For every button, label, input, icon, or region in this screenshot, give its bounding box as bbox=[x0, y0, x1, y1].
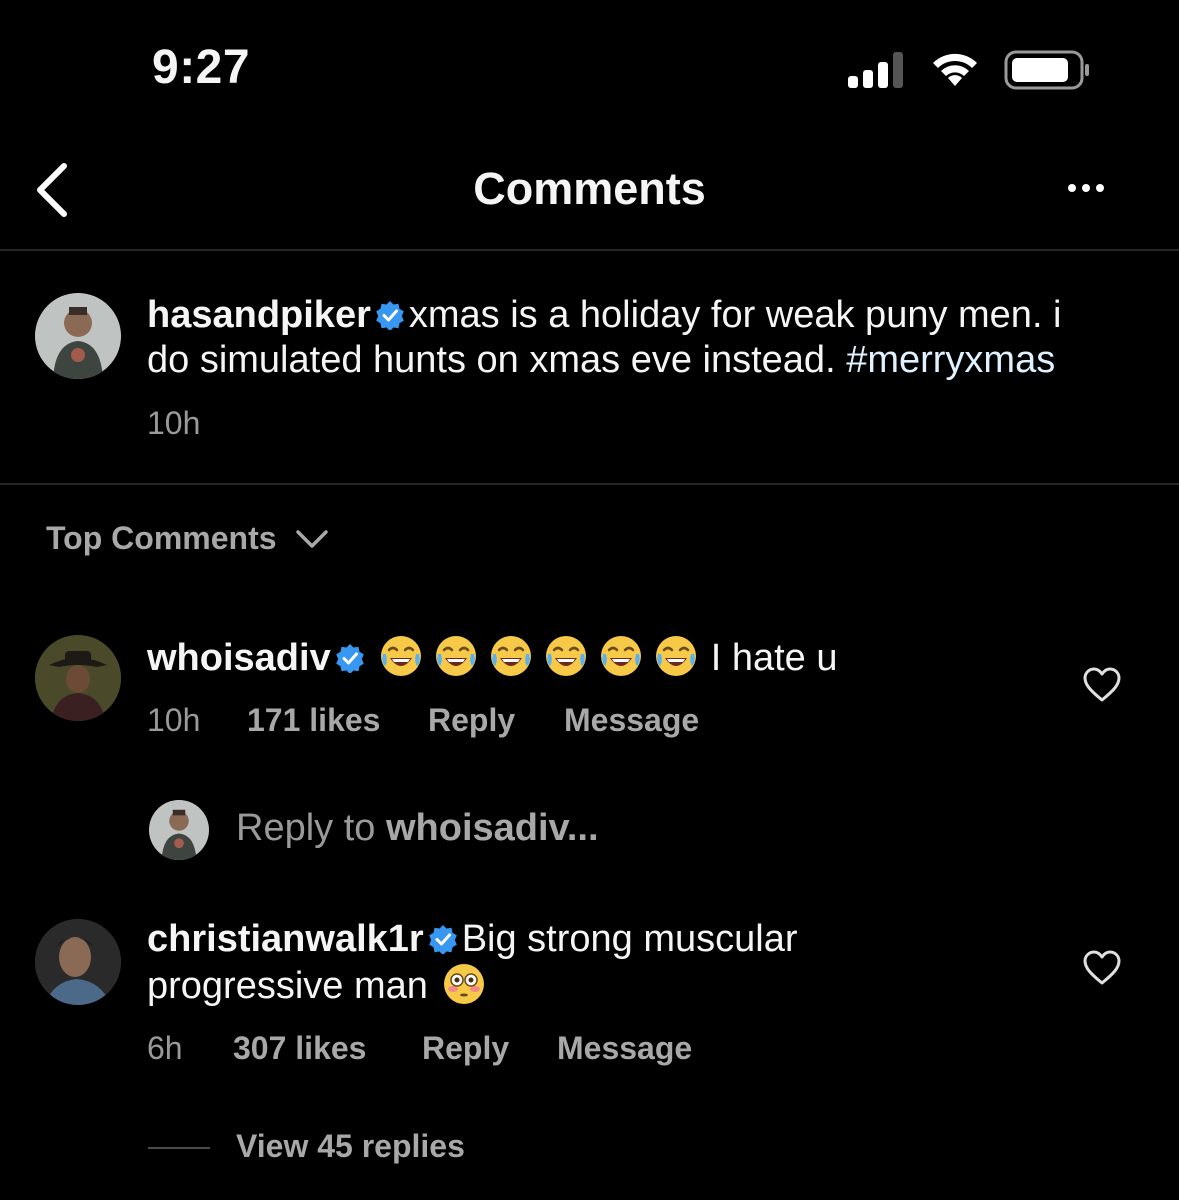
reply-button[interactable]: Reply bbox=[428, 702, 564, 739]
caption-line-2: do simulated hunts on xmas eve instead. … bbox=[147, 338, 1055, 383]
replies-divider bbox=[148, 1147, 210, 1149]
comment-username[interactable]: whoisadiv bbox=[147, 637, 331, 679]
laughing-emoji-icon bbox=[434, 634, 478, 678]
heart-icon[interactable] bbox=[1083, 667, 1121, 708]
my-avatar bbox=[149, 800, 209, 860]
header-divider bbox=[0, 249, 1179, 251]
comment-text-2: progressive man bbox=[147, 965, 428, 1007]
laughing-emoji-icon bbox=[599, 634, 643, 678]
page-title: Comments bbox=[473, 163, 706, 214]
comment-text: I hate u bbox=[710, 637, 838, 679]
reply-button[interactable]: Reply bbox=[422, 1030, 557, 1067]
sort-dropdown[interactable]: Top Comments bbox=[46, 520, 329, 557]
reply-prefix: Reply to bbox=[236, 807, 376, 849]
more-horizontal-icon[interactable] bbox=[1068, 184, 1104, 192]
hashtag-link[interactable]: #merryxmas bbox=[846, 339, 1055, 381]
caption-divider bbox=[0, 483, 1179, 485]
comment-meta: 10h 171 likes Reply Message bbox=[147, 702, 699, 739]
laughing-emoji-icons bbox=[379, 634, 709, 679]
avatar[interactable] bbox=[35, 293, 121, 379]
view-replies-button[interactable]: View 45 replies bbox=[236, 1128, 465, 1165]
flushed-emoji-icon bbox=[442, 962, 486, 1006]
comment-line-2: progressive man 😳 bbox=[147, 962, 486, 1009]
heart-icon[interactable] bbox=[1083, 950, 1121, 991]
verified-badge-icon bbox=[428, 920, 458, 965]
avatar[interactable] bbox=[35, 635, 121, 721]
caption-username[interactable]: hasandpiker bbox=[147, 294, 371, 336]
reply-username: whoisadiv... bbox=[385, 807, 599, 849]
wifi-icon bbox=[928, 48, 982, 93]
caption-line-1: hasandpiker xmas is a holiday for weak pu… bbox=[147, 293, 1062, 341]
verified-badge-icon bbox=[335, 639, 365, 684]
laughing-emoji-icon bbox=[489, 634, 533, 678]
reply-input[interactable]: Reply to whoisadiv... bbox=[236, 807, 599, 850]
caption-text-1: xmas is a holiday for weak puny men. i bbox=[408, 294, 1062, 336]
comment-time: 10h bbox=[147, 702, 201, 738]
message-button[interactable]: Message bbox=[557, 1030, 692, 1067]
comment-meta: 6h 307 likes Reply Message bbox=[147, 1030, 692, 1067]
status-time: 9:27 bbox=[152, 41, 251, 94]
likes-count[interactable]: 171 likes bbox=[247, 702, 428, 739]
battery-icon bbox=[1004, 50, 1092, 95]
chevron-down-icon bbox=[295, 529, 328, 548]
comment-line: whoisadiv😂😂😂😂😂😂I hate u bbox=[147, 634, 837, 684]
likes-count[interactable]: 307 likes bbox=[233, 1030, 422, 1067]
comment-text-1: Big strong muscular bbox=[461, 918, 798, 960]
laughing-emoji-icon bbox=[544, 634, 588, 678]
caption-time: 10h bbox=[147, 405, 201, 441]
avatar[interactable] bbox=[35, 919, 121, 1005]
comment-line-1: christianwalk1r Big strong muscular bbox=[147, 917, 798, 965]
signal-icon bbox=[848, 50, 903, 88]
sort-label: Top Comments bbox=[46, 520, 277, 556]
comment-time: 6h bbox=[147, 1030, 183, 1066]
comment-username[interactable]: christianwalk1r bbox=[147, 918, 424, 960]
message-button[interactable]: Message bbox=[564, 702, 699, 739]
laughing-emoji-icon bbox=[379, 634, 423, 678]
caption-text-2: do simulated hunts on xmas eve instead. bbox=[147, 339, 836, 381]
verified-badge-icon bbox=[375, 296, 405, 341]
laughing-emoji-icon bbox=[654, 634, 698, 678]
